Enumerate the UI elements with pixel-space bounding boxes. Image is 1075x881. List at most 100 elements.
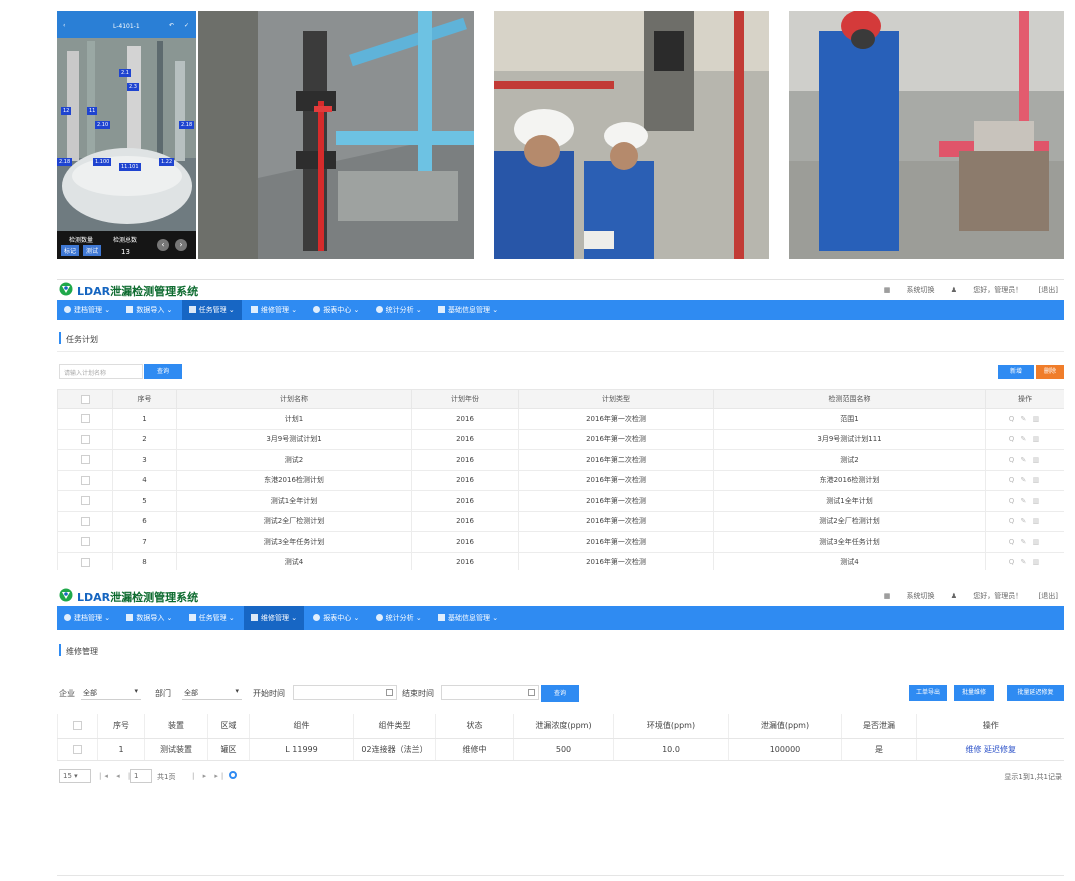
pager-next-last[interactable]: | ▸ ▸| bbox=[192, 772, 226, 780]
batch-delay-repair-button[interactable]: 批量延迟修复 bbox=[1007, 685, 1064, 701]
row-action-icons[interactable]: Q ✎ ▥ bbox=[1009, 435, 1041, 443]
calendar-icon[interactable] bbox=[528, 689, 535, 696]
phone-titlebar: ‹ L-4101-1 ↶ ✓ bbox=[57, 11, 196, 38]
row-action-icons[interactable]: Q ✎ ▥ bbox=[1009, 517, 1041, 525]
table-row[interactable]: 3 测试2 2016 2016年第二次检测 测试2 Q ✎ ▥ bbox=[57, 449, 1064, 471]
row-action-icons[interactable]: Q ✎ ▥ bbox=[1009, 538, 1041, 546]
nav-item-report[interactable]: 报表中心 ⌄ bbox=[306, 606, 366, 630]
repair-link[interactable]: 维修 bbox=[965, 745, 981, 754]
prev-icon[interactable]: ‹ bbox=[157, 239, 169, 251]
table-row[interactable]: 1 测试装置 罐区 L 11999 02连接器（法兰） 维修中 500 10.0… bbox=[57, 738, 1064, 761]
nav-item-stats[interactable]: 统计分析 ⌄ bbox=[369, 300, 429, 320]
row-checkbox[interactable] bbox=[80, 455, 90, 465]
row-checkbox[interactable] bbox=[80, 434, 90, 444]
row-action-icons[interactable]: Q ✎ ▥ bbox=[1009, 558, 1041, 566]
row-checkbox[interactable] bbox=[73, 744, 82, 754]
nav-item-task[interactable]: 任务管理 ⌄ bbox=[181, 300, 242, 320]
logout-link[interactable]: [退出] bbox=[1039, 592, 1058, 600]
table-row[interactable]: 4 东港2016检测计划 2016 2016年第一次检测 东港2016检测计划 Q ✎ ▥ bbox=[57, 469, 1064, 491]
nav-item-import[interactable]: 数据导入 ⌄ bbox=[119, 606, 179, 630]
phone-footer: 检测数量 检测总数 标记 测试 13 ‹ › bbox=[57, 231, 196, 259]
plan-search-input[interactable]: 请输入计划名称 bbox=[59, 364, 143, 379]
delete-button[interactable]: 删除 bbox=[1036, 365, 1064, 379]
cell-plan-name: 测试2全厂检测计划 bbox=[176, 510, 412, 532]
table-row[interactable]: 8 测试4 2016 2016年第一次检测 测试4 Q ✎ ▥ bbox=[57, 551, 1064, 570]
start-time-input[interactable] bbox=[293, 685, 397, 700]
cell-no: 5 bbox=[112, 490, 177, 512]
nav-item-report[interactable]: 报表中心 ⌄ bbox=[306, 300, 366, 320]
add-button[interactable]: 新增 bbox=[998, 365, 1034, 379]
query-button[interactable]: 查询 bbox=[541, 685, 579, 702]
nav-item-basic-info[interactable]: 基础信息管理 ⌄ bbox=[431, 300, 505, 320]
row-select-cell bbox=[57, 738, 98, 761]
page-number-input[interactable]: 1 bbox=[130, 769, 152, 783]
cell-component-type: 02连接器（法兰） bbox=[353, 738, 436, 761]
cell-no: 1 bbox=[112, 408, 177, 430]
logout-link[interactable]: [退出] bbox=[1039, 286, 1058, 294]
end-time-input[interactable] bbox=[441, 685, 539, 700]
mark-button[interactable]: 标记 bbox=[61, 245, 80, 256]
row-checkbox[interactable] bbox=[80, 475, 90, 485]
marker-tag[interactable]: 2.1 bbox=[119, 69, 131, 77]
end-time-label: 结束时间 bbox=[402, 689, 434, 698]
table-row[interactable]: 2 3月9号测试计划1 2016 2016年第一次检测 3月9号测试计划111 Q ✎ ▥ bbox=[57, 428, 1064, 450]
header-user-area: ▦ 系统切换 ♟ 您好，管理员！ [退出] bbox=[870, 285, 1058, 295]
marker-tag[interactable]: 12 bbox=[61, 107, 72, 115]
nav-item-import[interactable]: 数据导入 ⌄ bbox=[119, 300, 179, 320]
row-action-icons[interactable]: Q ✎ ▥ bbox=[1009, 476, 1041, 484]
select-all-checkbox[interactable] bbox=[73, 721, 82, 731]
marker-tag[interactable]: 11 bbox=[87, 107, 98, 115]
marker-tag[interactable]: 2.10 bbox=[95, 121, 111, 129]
company-select[interactable]: 全部 ▾ bbox=[81, 685, 141, 700]
next-icon[interactable]: › bbox=[175, 239, 187, 251]
pager-first-prev[interactable]: |◂ ◂ | bbox=[99, 772, 133, 780]
select-all-checkbox[interactable] bbox=[80, 394, 90, 404]
batch-repair-button[interactable]: 批量维修 bbox=[954, 685, 994, 701]
nav-item-archive[interactable]: 建档管理 ⌄ bbox=[57, 606, 117, 630]
marker-tag[interactable]: 2.18 bbox=[179, 121, 195, 129]
ldar-logo-icon bbox=[59, 282, 73, 296]
search-button[interactable]: 查询 bbox=[144, 364, 182, 379]
row-checkbox[interactable] bbox=[80, 516, 90, 526]
table-row[interactable]: 1 计划1 2016 2016年第一次检测 范围1 Q ✎ ▥ bbox=[57, 408, 1064, 430]
row-checkbox[interactable] bbox=[80, 496, 90, 506]
check-icon[interactable]: ✓ bbox=[184, 22, 189, 29]
row-action-icons[interactable]: Q ✎ ▥ bbox=[1009, 497, 1041, 505]
nav-item-repair[interactable]: 维修管理 ⌄ bbox=[244, 300, 304, 320]
system-switch-link[interactable]: ▦ 系统切换 bbox=[884, 286, 935, 294]
marker-tag[interactable]: 11.101 bbox=[119, 163, 141, 171]
marker-tag[interactable]: 1.100 bbox=[93, 158, 112, 166]
refresh-icon[interactable] bbox=[229, 771, 237, 779]
page-title: 维修管理 bbox=[66, 647, 98, 656]
cell-no: 3 bbox=[112, 449, 177, 471]
table-row[interactable]: 5 测试1全年计划 2016 2016年第一次检测 测试1全年计划 Q ✎ ▥ bbox=[57, 490, 1064, 512]
row-checkbox[interactable] bbox=[80, 414, 90, 424]
page-size-select[interactable]: 15 ▾ bbox=[59, 769, 91, 783]
export-orders-button[interactable]: 工单导出 bbox=[909, 685, 947, 701]
delay-repair-link[interactable]: 延迟修复 bbox=[984, 745, 1016, 754]
row-checkbox[interactable] bbox=[80, 557, 90, 567]
row-action-icons[interactable]: Q ✎ ▥ bbox=[1009, 415, 1041, 423]
test-button[interactable]: 测试 bbox=[83, 245, 102, 256]
cell-scope-name: 测试2 bbox=[713, 449, 986, 471]
system-switch-link[interactable]: ▦ 系统切换 bbox=[884, 592, 935, 600]
table-row[interactable]: 7 测试3全年任务计划 2016 2016年第一次检测 测试3全年任务计划 Q ✎ ▥ bbox=[57, 531, 1064, 553]
back-icon[interactable]: ‹ bbox=[63, 22, 65, 29]
cell-operations: Q ✎ ▥ bbox=[985, 408, 1064, 430]
nav-item-archive[interactable]: 建档管理 ⌄ bbox=[57, 300, 117, 320]
nav-icon bbox=[126, 306, 134, 313]
row-checkbox[interactable] bbox=[80, 537, 90, 547]
dept-select[interactable]: 全部 ▾ bbox=[182, 685, 242, 700]
breadcrumb-marker bbox=[59, 332, 61, 344]
marker-tag[interactable]: 2.3 bbox=[127, 83, 139, 91]
marker-tag[interactable]: 2.18 bbox=[57, 158, 73, 166]
nav-item-task[interactable]: 任务管理 ⌄ bbox=[182, 606, 242, 630]
nav-item-stats[interactable]: 统计分析 ⌄ bbox=[369, 606, 429, 630]
table-row[interactable]: 6 测试2全厂检测计划 2016 2016年第一次检测 测试2全厂检测计划 Q ✎ ▥ bbox=[57, 510, 1064, 532]
undo-icon[interactable]: ↶ bbox=[169, 22, 174, 29]
nav-item-basic-info[interactable]: 基础信息管理 ⌄ bbox=[431, 606, 505, 630]
marker-tag[interactable]: 1.22 bbox=[159, 158, 175, 166]
calendar-icon[interactable] bbox=[386, 689, 393, 696]
row-action-icons[interactable]: Q ✎ ▥ bbox=[1009, 456, 1041, 464]
nav-item-repair[interactable]: 维修管理 ⌄ bbox=[243, 606, 305, 630]
